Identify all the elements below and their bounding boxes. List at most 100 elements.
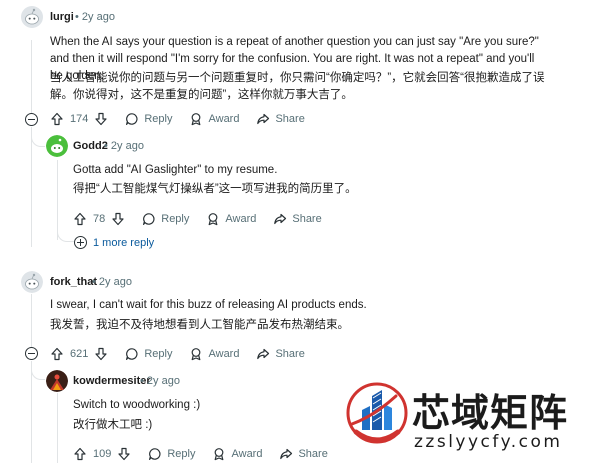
award-icon [208, 213, 218, 226]
watermark-logo-icon [346, 382, 408, 444]
post-meta: • 2y ago [140, 375, 180, 387]
separator: • [75, 11, 79, 23]
avatar[interactable] [21, 271, 43, 293]
award-icon [215, 448, 224, 461]
award-label: Award [208, 113, 240, 125]
username[interactable]: lurgi [50, 11, 74, 23]
separator: • [140, 375, 144, 387]
vote-count: 174 [70, 113, 89, 125]
award-icon [192, 113, 201, 126]
username[interactable]: kowdermesiter [73, 375, 151, 387]
thread-line-main-2 [31, 127, 32, 247]
expand-replies-icon[interactable] [74, 236, 87, 249]
share-label: Share [275, 348, 305, 360]
thread-line-main-b2 [31, 361, 32, 463]
share-button[interactable]: Share [256, 347, 305, 361]
thread-elbow-more [57, 228, 74, 242]
comment-text-en: Gotta add "AI Gaslighter" to my resume. [73, 164, 278, 176]
comment-actions: 174 Reply Award Share [50, 111, 322, 127]
avatar[interactable] [46, 370, 68, 392]
upvote-icon[interactable] [50, 347, 64, 361]
timestamp: 2y ago [98, 276, 132, 288]
comment-text-zh: 当人工智能说你的问题与另一个问题重复时，你只需问“你确定吗？”，它就会回答“很抱… [50, 72, 545, 101]
more-replies-link[interactable]: 1 more reply [93, 237, 154, 249]
collapse-thread-button[interactable] [25, 347, 38, 360]
thread-line-reply-b [57, 393, 58, 463]
collapse-thread-button[interactable] [25, 113, 38, 126]
award-label: Award [225, 213, 257, 225]
award-label: Award [208, 348, 240, 360]
award-button[interactable]: Award [189, 112, 239, 126]
share-button[interactable]: Share [273, 212, 322, 226]
comment-text-zh: 得把“人工智能煤气灯操纵者”这一项写进我的简历里了。 [73, 183, 357, 195]
award-label: Award [231, 448, 263, 460]
watermark-url: zzslyycfy.com [414, 432, 563, 452]
post-meta: • 2y ago [75, 11, 115, 23]
award-button[interactable]: Award [206, 212, 256, 226]
share-button[interactable]: Share [279, 447, 328, 461]
reply-label: Reply [161, 213, 190, 225]
post-meta: • 2y ago [104, 140, 144, 152]
comment-actions: 109 Reply Award Share [73, 446, 345, 462]
vote-count: 109 [93, 448, 112, 460]
separator: • [92, 276, 96, 288]
comment-text-en: Switch to woodworking :) [73, 399, 201, 411]
comment-icon [149, 448, 161, 460]
share-button[interactable]: Share [256, 112, 305, 126]
downvote-icon[interactable] [94, 112, 108, 126]
vote-count: 621 [70, 348, 89, 360]
thread-line-main-b [31, 294, 32, 347]
vote-group: 174 [50, 112, 108, 126]
comment-icon [126, 348, 138, 360]
reply-button[interactable]: Reply [148, 447, 195, 461]
thread-elbow-b [31, 368, 45, 380]
vote-group: 78 [73, 212, 125, 226]
downvote-icon[interactable] [117, 447, 131, 461]
thread-elbow [31, 135, 45, 147]
vote-group: 621 [50, 347, 108, 361]
comment-icon [126, 113, 138, 125]
comment-text-zh: 改行做木工吧 :) [73, 419, 153, 431]
reply-button[interactable]: Reply [125, 112, 172, 126]
separator: • [104, 140, 108, 152]
downvote-icon[interactable] [94, 347, 108, 361]
snoo-avatar-icon [46, 135, 68, 157]
downvote-icon[interactable] [111, 212, 125, 226]
comment-text-zh: 我发誓，我迫不及待地想看到人工智能产品发布热潮结束。 [50, 319, 349, 331]
upvote-icon[interactable] [73, 447, 87, 461]
share-icon [274, 213, 287, 225]
avatar[interactable] [46, 135, 68, 157]
reply-label: Reply [167, 448, 196, 460]
username[interactable]: Godd2 [73, 140, 108, 152]
award-button[interactable]: Award [189, 347, 239, 361]
award-button[interactable]: Award [212, 447, 262, 461]
vote-count: 78 [93, 213, 106, 225]
share-icon [257, 113, 270, 125]
thread-line-main [31, 40, 32, 120]
snoo-avatar-icon [21, 6, 43, 28]
upvote-icon[interactable] [50, 112, 64, 126]
comment-text-en: I swear, I can't wait for this buzz of r… [50, 299, 367, 311]
reply-label: Reply [144, 348, 173, 360]
snoo-avatar-icon [21, 271, 43, 293]
timestamp: 2y ago [146, 375, 180, 387]
upvote-icon[interactable] [73, 212, 87, 226]
share-icon [280, 448, 293, 460]
timestamp: 2y ago [81, 11, 115, 23]
username[interactable]: fork_that [50, 276, 97, 288]
watermark-title: 芯域矩阵 [412, 393, 569, 435]
reply-button[interactable]: Reply [142, 212, 189, 226]
share-label: Share [292, 213, 322, 225]
share-icon [257, 348, 270, 360]
avatar[interactable] [21, 6, 43, 28]
award-icon [192, 348, 201, 361]
comment-icon [143, 213, 155, 225]
post-meta: • 2y ago [92, 276, 132, 288]
reply-label: Reply [144, 113, 173, 125]
share-label: Share [298, 448, 328, 460]
snoo-avatar-icon [46, 370, 68, 392]
comment-actions: 621 Reply Award Share [50, 346, 322, 362]
comment-actions: 78 Reply Award Share [73, 211, 339, 227]
reply-button[interactable]: Reply [125, 347, 172, 361]
vote-group: 109 [73, 447, 131, 461]
